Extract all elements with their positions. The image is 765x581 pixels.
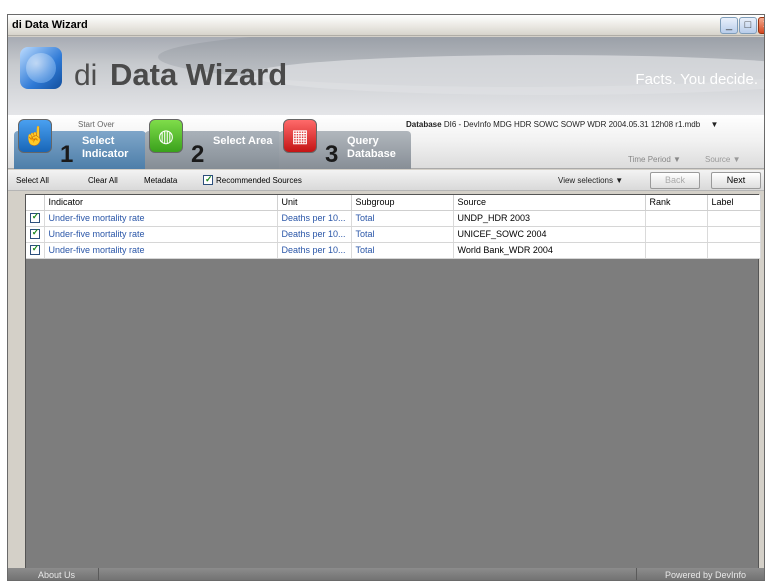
row-checkbox-cell: ✓	[26, 242, 45, 259]
time-period-filter[interactable]: Time Period ▼	[628, 155, 681, 164]
cell-unit: Deaths per 10...	[277, 226, 352, 243]
cell-label	[707, 226, 761, 243]
check-icon: ✓	[31, 243, 40, 254]
cell-subgroup: Total	[351, 210, 454, 227]
di-logo-icon	[20, 47, 62, 89]
status-bar: About Us Powered by DevInfo	[8, 568, 764, 580]
cell-indicator: Under-five mortality rate	[44, 226, 278, 243]
indicator-grid: Indicator Unit Subgroup Source Rank Labe…	[25, 194, 761, 573]
header-check	[26, 195, 45, 211]
cell-indicator: Under-five mortality rate	[44, 210, 278, 227]
table-row[interactable]: ✓ Under-five mortality rate Deaths per 1…	[26, 242, 761, 259]
table-row[interactable]: ✓ Under-five mortality rate Deaths per 1…	[26, 210, 761, 227]
logo-data-wizard-text: Data Wizard	[110, 57, 288, 92]
step-label: Query Database	[347, 135, 396, 160]
close-button[interactable]: ✕	[758, 17, 764, 34]
header-label[interactable]: Label	[707, 195, 761, 211]
close-icon: ✕	[759, 18, 764, 33]
row-checkbox-cell: ✓	[26, 226, 45, 243]
minimize-icon: _	[725, 19, 733, 31]
time-period-label: Time Period	[628, 155, 671, 164]
globe-icon: ◍	[149, 119, 183, 153]
database-name: DI6 - DevInfo MDG HDR SOWC SOWP WDR 2004…	[443, 120, 701, 129]
next-button[interactable]: Next	[711, 172, 761, 189]
status-divider	[636, 568, 637, 580]
header-unit[interactable]: Unit	[277, 195, 352, 211]
header-subgroup[interactable]: Subgroup	[351, 195, 454, 211]
back-button[interactable]: Back	[650, 172, 700, 189]
recommended-sources-label: Recommended Sources	[216, 176, 302, 185]
cell-unit: Deaths per 10...	[277, 210, 352, 227]
step-number: 1	[60, 141, 74, 168]
step-select-area[interactable]: ◍ 2 Select Area	[145, 119, 281, 169]
title-bar[interactable]: di Data Wizard _ □ ✕	[8, 15, 764, 36]
step-select-indicator[interactable]: ☝ 1 Select Indicator	[14, 119, 146, 169]
row-checkbox-cell: ✓	[26, 210, 45, 227]
recommended-sources-checkbox[interactable]: ✓	[203, 174, 213, 185]
source-label: Source	[705, 155, 731, 164]
banner: di Data Wizard Facts. You decide.	[8, 37, 764, 115]
hand-icon: ☝	[18, 119, 52, 153]
view-selections-label: View selections	[558, 176, 613, 185]
row-checkbox[interactable]: ✓	[29, 211, 40, 224]
cell-indicator: Under-five mortality rate	[44, 242, 278, 259]
minimize-button[interactable]: _	[720, 17, 738, 34]
select-all-button[interactable]: Select All	[16, 176, 49, 185]
about-us-link[interactable]: About Us	[38, 570, 75, 580]
cell-rank	[645, 242, 708, 259]
table-header-row: Indicator Unit Subgroup Source Rank Labe…	[26, 195, 761, 211]
status-divider	[98, 568, 99, 580]
step-number: 2	[191, 141, 205, 168]
metadata-button[interactable]: Metadata	[144, 176, 177, 185]
header-indicator[interactable]: Indicator	[44, 195, 278, 211]
cell-label	[707, 242, 761, 259]
toolbar: Select All Clear All Metadata ✓ Recommen…	[8, 170, 764, 191]
table-icon: ▦	[283, 119, 317, 153]
check-icon: ✓	[205, 174, 213, 184]
source-filter[interactable]: Source ▼	[705, 155, 741, 164]
cell-unit: Deaths per 10...	[277, 242, 352, 259]
check-icon: ✓	[31, 227, 40, 238]
step-query-database[interactable]: ▦ 3 Query Database	[279, 119, 411, 169]
step-number: 3	[325, 141, 339, 168]
cell-rank	[645, 210, 708, 227]
header-source[interactable]: Source	[453, 195, 646, 211]
cell-subgroup: Total	[351, 242, 454, 259]
indicator-table: Indicator Unit Subgroup Source Rank Labe…	[26, 195, 761, 259]
cell-label	[707, 210, 761, 227]
database-prefix: Database	[406, 120, 442, 129]
database-selector[interactable]: Database DI6 - DevInfo MDG HDR SOWC SOWP…	[406, 120, 718, 129]
row-checkbox[interactable]: ✓	[29, 243, 40, 256]
chevron-down-icon: ▼	[710, 120, 719, 129]
clear-all-button[interactable]: Clear All	[88, 176, 118, 185]
step-label: Select Indicator	[82, 135, 129, 160]
header-rank[interactable]: Rank	[645, 195, 708, 211]
view-selections-dropdown[interactable]: View selections ▼	[558, 176, 623, 185]
window-title: di Data Wizard	[12, 19, 88, 31]
cell-source: UNICEF_SOWC 2004	[453, 226, 646, 243]
logo-di-text: di	[74, 59, 98, 92]
tagline: Facts. You decide.	[635, 71, 758, 88]
start-over-link[interactable]: Start Over	[78, 120, 114, 129]
maximize-button[interactable]: □	[739, 17, 757, 34]
table-row[interactable]: ✓ Under-five mortality rate Deaths per 1…	[26, 226, 761, 243]
powered-by-link[interactable]: Powered by DevInfo	[665, 570, 746, 580]
cell-subgroup: Total	[351, 226, 454, 243]
cell-rank	[645, 226, 708, 243]
maximize-icon: □	[744, 19, 752, 31]
app-window: di Data Wizard _ □ ✕ di Data Wizard Fact…	[7, 14, 765, 581]
cell-source: World Bank_WDR 2004	[453, 242, 646, 259]
step-label: Select Area	[213, 135, 273, 147]
check-icon: ✓	[31, 211, 40, 222]
step-bar: Start Over ☝ 1 Select Indicator ◍ 2 Sele…	[8, 115, 764, 169]
row-checkbox[interactable]: ✓	[29, 227, 40, 240]
cell-source: UNDP_HDR 2003	[453, 210, 646, 227]
